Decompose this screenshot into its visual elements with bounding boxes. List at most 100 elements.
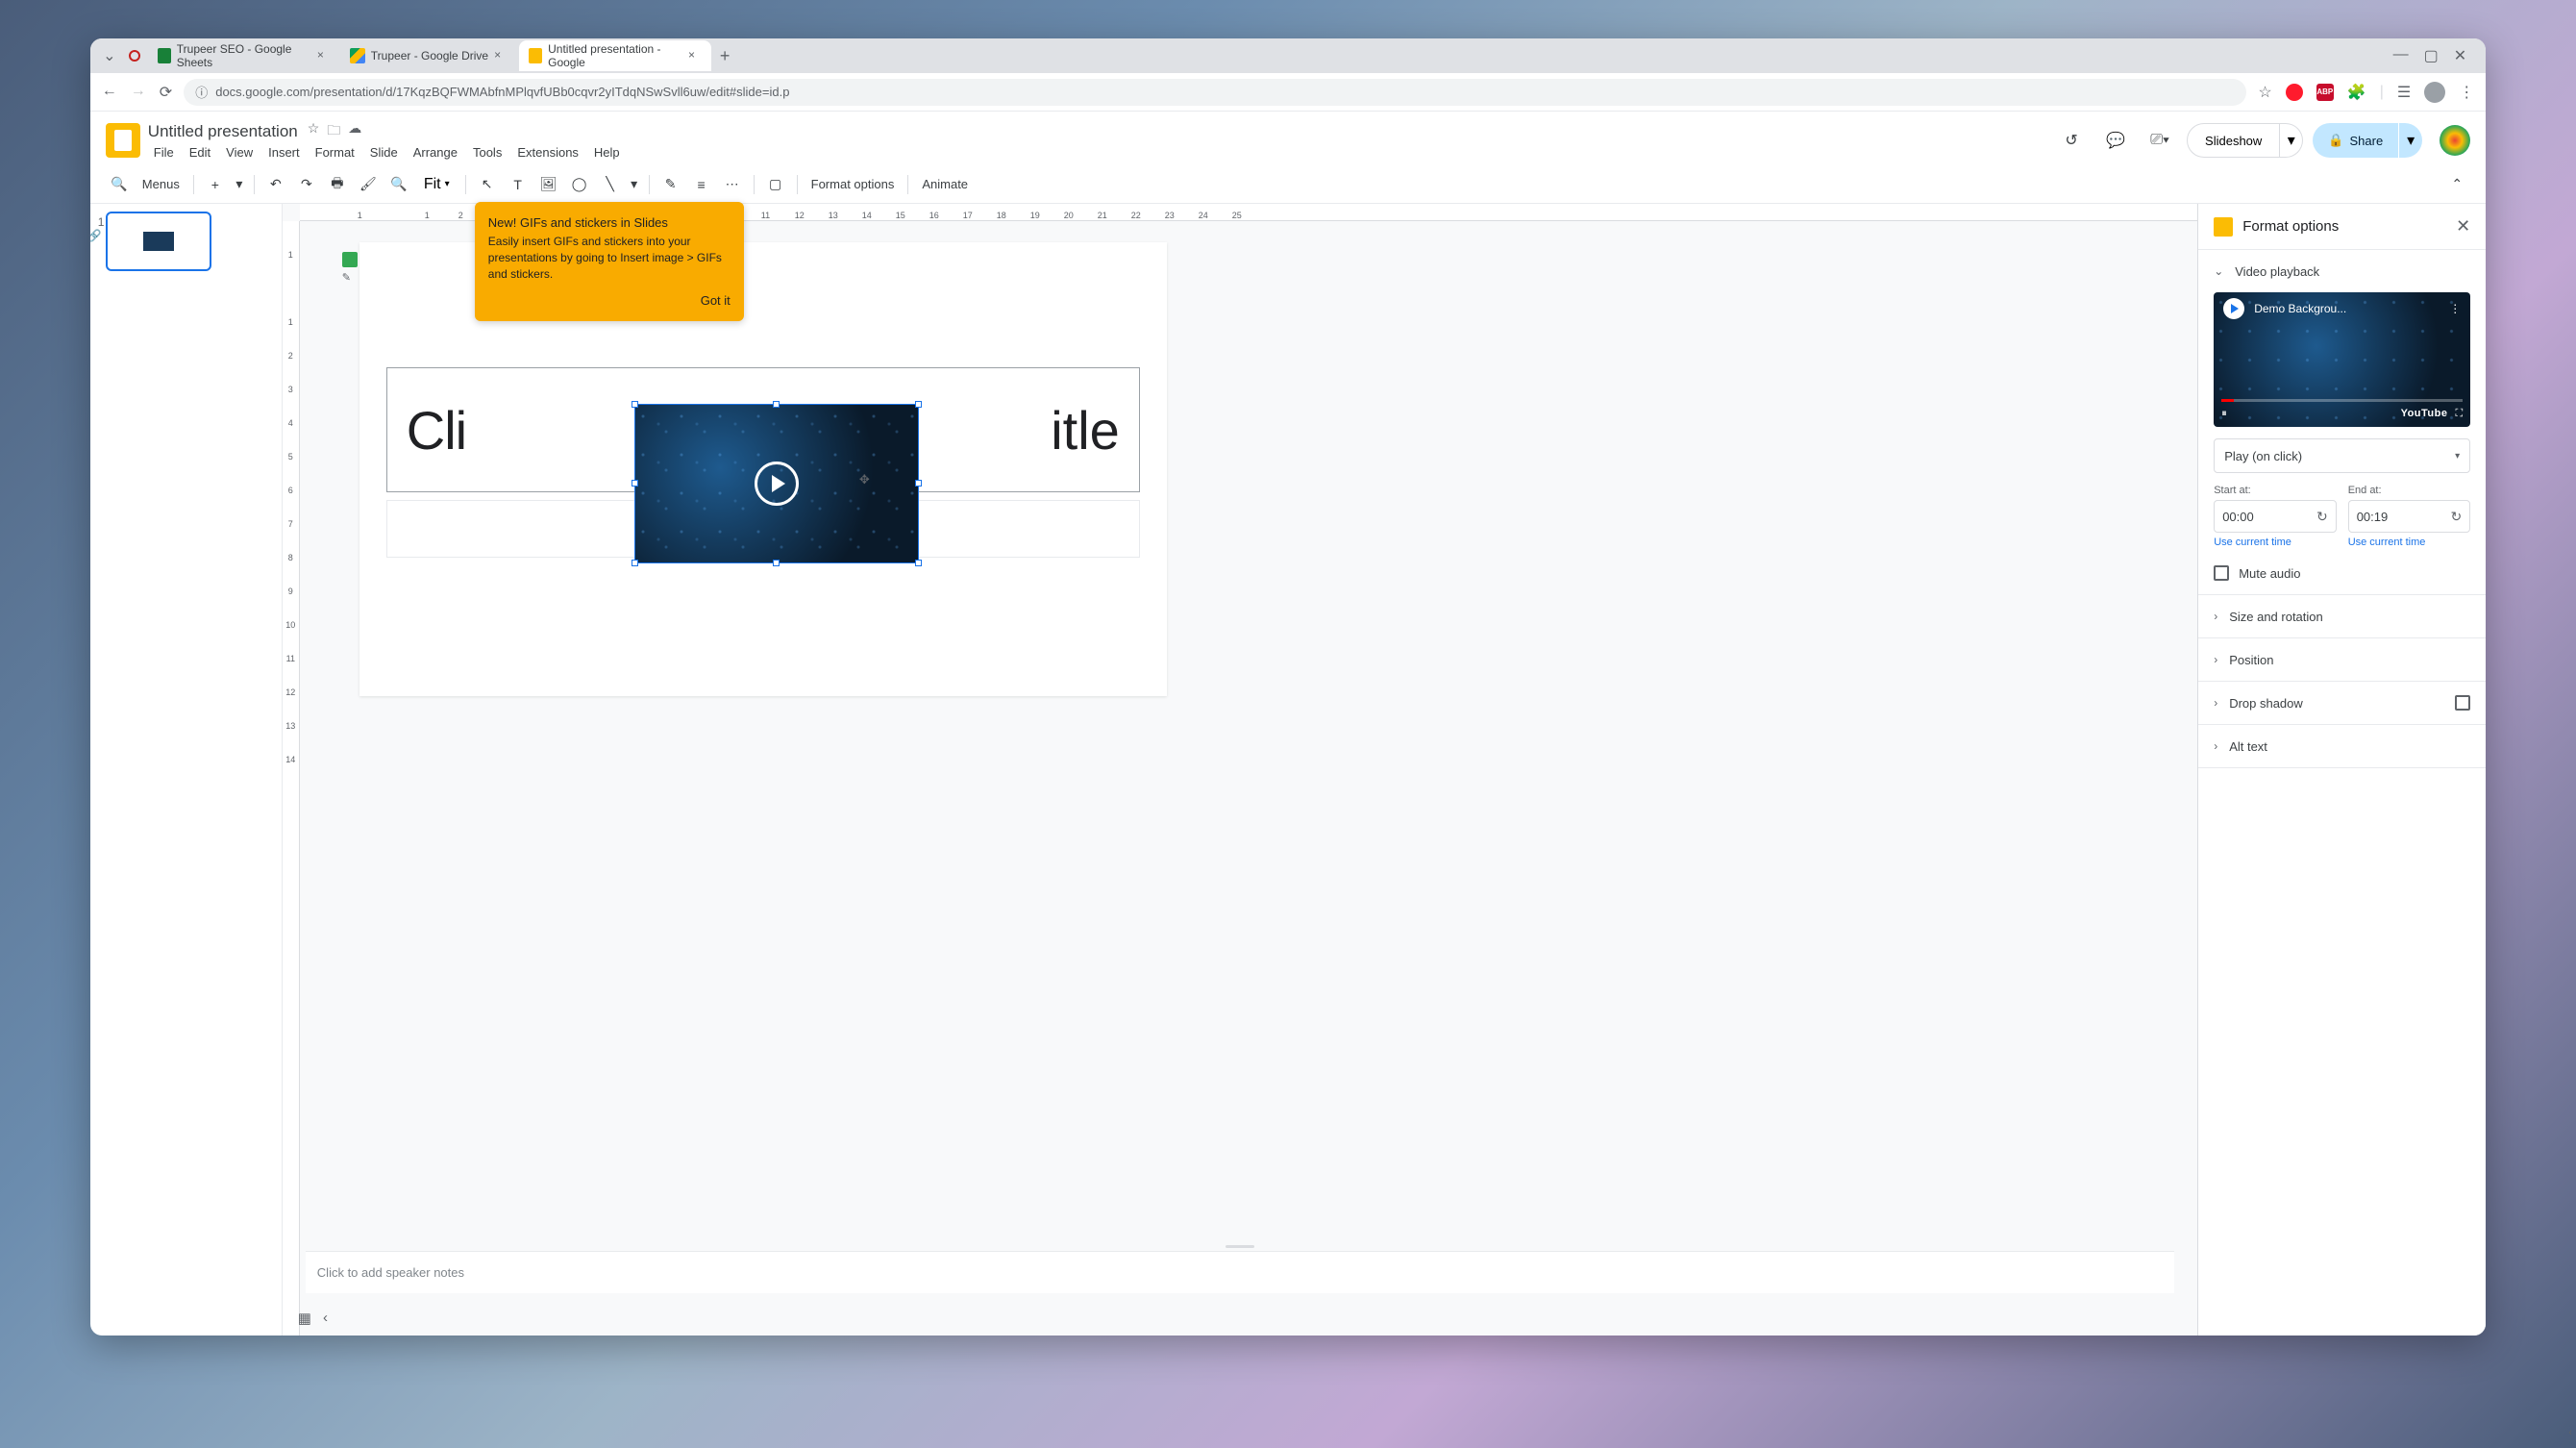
end-time-input[interactable]: 00:19 ↻ xyxy=(2348,500,2471,533)
close-window-button[interactable]: ✕ xyxy=(2454,46,2466,65)
youtube-logo[interactable]: YouTube xyxy=(2401,408,2448,419)
zoom-fit-dropdown[interactable]: Fit▾ xyxy=(416,176,458,193)
chrome-profile-icon[interactable] xyxy=(2424,82,2445,103)
fullscreen-icon[interactable]: ⛶ xyxy=(2455,408,2463,420)
use-current-time-end[interactable]: Use current time xyxy=(2348,537,2471,548)
resize-handle-tr[interactable] xyxy=(915,401,922,408)
reload-icon[interactable]: ↻ xyxy=(2316,509,2328,525)
search-menus-icon[interactable]: 🔍 xyxy=(106,171,133,198)
site-info-icon[interactable]: ⓘ xyxy=(195,83,208,101)
shape-tool[interactable]: ◯ xyxy=(566,171,593,198)
undo-button[interactable]: ↶ xyxy=(262,171,289,198)
reading-list-icon[interactable]: ☰ xyxy=(2397,83,2411,102)
extensions-icon[interactable]: 🧩 xyxy=(2347,83,2366,102)
drop-shadow-checkbox[interactable] xyxy=(2455,695,2470,711)
select-tool[interactable]: ↖ xyxy=(474,171,501,198)
recording-indicator[interactable] xyxy=(129,50,140,62)
tab-drive[interactable]: Trupeer - Google Drive × xyxy=(340,40,519,71)
forward-button[interactable]: → xyxy=(131,83,146,102)
format-options-button[interactable]: Format options xyxy=(805,177,901,191)
doc-title[interactable]: Untitled presentation xyxy=(148,122,298,141)
new-slide-dropdown[interactable]: ▾ xyxy=(233,171,246,198)
menu-file[interactable]: File xyxy=(148,143,180,162)
abp-extension-icon[interactable]: ABP xyxy=(2316,84,2334,101)
resize-handle-bl[interactable] xyxy=(632,560,638,566)
collapse-panel-icon[interactable]: ‹ xyxy=(323,1310,328,1326)
slideshow-dropdown[interactable]: ▾ xyxy=(2280,123,2303,158)
drop-shadow-header[interactable]: › Drop shadow xyxy=(2198,682,2486,724)
video-preview[interactable]: Demo Backgrou... ⋮ ⏸ YouTube ⛶ xyxy=(2214,292,2470,427)
size-rotation-header[interactable]: › Size and rotation xyxy=(2198,595,2486,637)
play-mode-dropdown[interactable]: Play (on click)▾ xyxy=(2214,438,2470,473)
template-badge-icon[interactable] xyxy=(342,252,358,267)
text-box-tool[interactable]: T xyxy=(505,171,532,198)
resize-handle-bm[interactable] xyxy=(773,560,780,566)
pen-badge-icon[interactable]: ✎ xyxy=(342,271,356,285)
close-tab-icon[interactable]: × xyxy=(688,48,702,63)
use-current-time-start[interactable]: Use current time xyxy=(2214,537,2337,548)
link-icon[interactable]: 🔗 xyxy=(90,229,101,242)
line-tool[interactable]: ╲ xyxy=(597,171,624,198)
meet-icon[interactable]: ⎚▾ xyxy=(2143,123,2177,158)
tab-sheets[interactable]: Trupeer SEO - Google Sheets × xyxy=(148,40,340,71)
tab-search-dropdown[interactable]: ⌄ xyxy=(98,44,121,67)
close-tab-icon[interactable]: × xyxy=(317,48,331,63)
redo-button[interactable]: ↷ xyxy=(293,171,320,198)
mask-button[interactable]: ▢ xyxy=(762,171,789,198)
resize-handle-ml[interactable] xyxy=(632,480,638,487)
resize-handle-br[interactable] xyxy=(915,560,922,566)
grid-view-icon[interactable]: ▦ xyxy=(298,1310,311,1327)
tooltip-got-it-button[interactable]: Got it xyxy=(488,293,731,308)
menu-arrange[interactable]: Arrange xyxy=(408,143,463,162)
share-button[interactable]: 🔒 Share xyxy=(2313,123,2398,158)
reload-icon[interactable]: ↻ xyxy=(2450,509,2462,525)
new-slide-button[interactable]: + xyxy=(202,171,229,198)
border-color-button[interactable]: ✎ xyxy=(657,171,684,198)
menu-view[interactable]: View xyxy=(220,143,259,162)
star-icon[interactable]: ☆ xyxy=(308,120,320,143)
zoom-button[interactable]: 🔍 xyxy=(385,171,412,198)
video-object[interactable]: ✥ xyxy=(634,404,919,563)
video-menu-icon[interactable]: ⋮ xyxy=(2449,302,2461,315)
border-weight-button[interactable]: ≡ xyxy=(688,171,715,198)
move-icon[interactable]: 🗀 xyxy=(327,120,340,143)
slide-thumbnail-1[interactable] xyxy=(106,212,211,271)
menu-edit[interactable]: Edit xyxy=(184,143,216,162)
menu-extensions[interactable]: Extensions xyxy=(511,143,584,162)
collapse-toolbar-button[interactable]: ⌃ xyxy=(2443,171,2470,198)
new-tab-button[interactable]: + xyxy=(711,42,738,69)
resize-handle-mr[interactable] xyxy=(915,480,922,487)
menu-insert[interactable]: Insert xyxy=(262,143,306,162)
menus-button[interactable]: Menus xyxy=(136,177,186,191)
comments-icon[interactable]: 💬 xyxy=(2098,123,2133,158)
url-input[interactable]: ⓘ docs.google.com/presentation/d/17KqzBQ… xyxy=(184,79,2246,106)
minimize-button[interactable]: — xyxy=(2393,46,2409,65)
maximize-button[interactable]: ▢ xyxy=(2424,46,2439,65)
line-dropdown[interactable]: ▾ xyxy=(628,171,641,198)
pause-icon[interactable]: ⏸ xyxy=(2221,408,2227,420)
bookmark-icon[interactable]: ☆ xyxy=(2258,83,2271,102)
menu-format[interactable]: Format xyxy=(310,143,360,162)
alt-text-header[interactable]: › Alt text xyxy=(2198,725,2486,767)
menu-help[interactable]: Help xyxy=(588,143,626,162)
chrome-menu-icon[interactable]: ⋮ xyxy=(2459,83,2474,102)
video-playback-header[interactable]: ⌄ Video playback xyxy=(2198,250,2486,292)
resize-handle-tl[interactable] xyxy=(632,401,638,408)
cloud-status-icon[interactable]: ☁ xyxy=(348,120,361,143)
border-dash-button[interactable]: ⋯ xyxy=(719,171,746,198)
position-header[interactable]: › Position xyxy=(2198,638,2486,681)
print-button[interactable]: 🖶 xyxy=(324,171,351,198)
slides-logo[interactable] xyxy=(106,123,140,158)
close-tab-icon[interactable]: × xyxy=(494,48,509,63)
reload-button[interactable]: ⟳ xyxy=(160,83,172,102)
menu-slide[interactable]: Slide xyxy=(364,143,404,162)
opera-extension-icon[interactable] xyxy=(2286,84,2303,101)
image-tool[interactable]: 🖼 xyxy=(535,171,562,198)
back-button[interactable]: ← xyxy=(102,83,117,102)
play-icon[interactable] xyxy=(755,462,799,506)
history-icon[interactable]: ↺ xyxy=(2054,123,2089,158)
paint-format-button[interactable]: 🖌 xyxy=(355,171,382,198)
tab-slides-active[interactable]: Untitled presentation - Google × xyxy=(519,40,711,71)
start-time-input[interactable]: 00:00 ↻ xyxy=(2214,500,2337,533)
mute-audio-checkbox[interactable] xyxy=(2214,565,2229,581)
